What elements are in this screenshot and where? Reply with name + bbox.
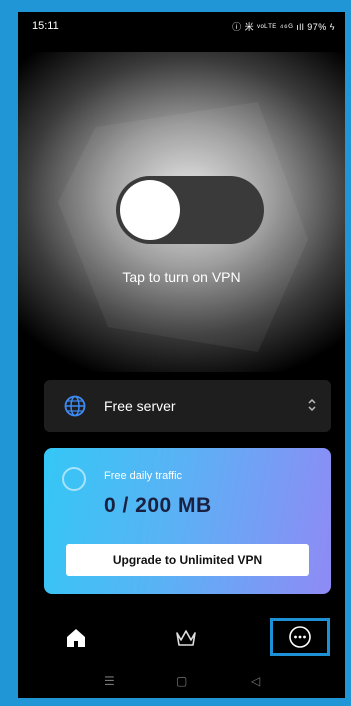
home-icon xyxy=(67,629,85,647)
server-label: Free server xyxy=(104,398,176,414)
status-time: 15:11 xyxy=(32,20,59,32)
server-selector[interactable]: Free server xyxy=(44,380,331,432)
traffic-card: Free daily traffic 0 / 200 MB Upgrade to… xyxy=(44,448,331,594)
vpn-tap-label: Tap to turn on VPN xyxy=(122,269,241,285)
more-icon xyxy=(289,626,311,648)
toggle-knob xyxy=(120,180,180,240)
system-home-button[interactable]: ▢ xyxy=(176,674,187,688)
traffic-progress-ring xyxy=(62,467,86,491)
status-bar: 15:11 ⓘ 米 ᵛᵒᴸᵀᴱ ⁴⁶ᴳ ıll 97% ϟ xyxy=(18,12,345,38)
system-back-button[interactable]: ◁ xyxy=(251,674,260,688)
nav-home[interactable] xyxy=(56,618,96,658)
bottom-nav xyxy=(18,612,345,662)
vpn-toggle[interactable] xyxy=(116,176,264,244)
crown-icon xyxy=(176,630,196,646)
upgrade-button[interactable]: Upgrade to Unlimited VPN xyxy=(66,544,309,576)
globe-icon xyxy=(64,395,86,422)
system-nav-bar: ☰ ▢ ◁ xyxy=(18,668,345,698)
status-icons: ⓘ 米 ᵛᵒᴸᵀᴱ ⁴⁶ᴳ ıll 97% ϟ xyxy=(232,22,335,32)
traffic-label: Free daily traffic xyxy=(104,470,183,482)
nav-premium[interactable] xyxy=(166,618,206,658)
chevron-updown-icon xyxy=(307,397,317,418)
traffic-value: 0 / 200 MB xyxy=(104,494,212,517)
recent-apps-button[interactable]: ☰ xyxy=(104,674,115,688)
app-screen: 15:11 ⓘ 米 ᵛᵒᴸᵀᴱ ⁴⁶ᴳ ıll 97% ϟ Tap to tur… xyxy=(18,12,345,698)
nav-more[interactable] xyxy=(270,618,330,656)
